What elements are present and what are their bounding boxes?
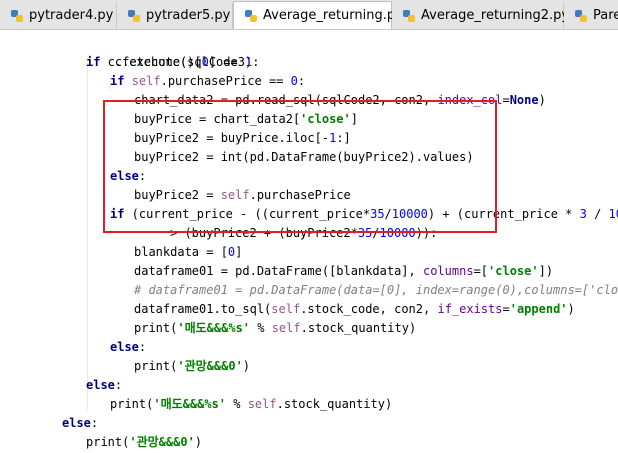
code-line: if self.purchasePrice == 0: [110, 74, 306, 88]
python-file-icon [127, 9, 141, 23]
code-line: print('관망&&&0') [86, 435, 203, 449]
tab-average-returning[interactable]: Average_returning.py × [233, 1, 422, 29]
tab-pytrader4[interactable]: pytrader4.py × [0, 3, 132, 28]
tab-label: pytrader4.py [29, 8, 114, 23]
code-line: else: [110, 340, 147, 354]
python-file-icon [574, 9, 588, 23]
code-comment-line: # dataframe01 = pd.DataFrame(data=[0], i… [134, 283, 618, 297]
code-line: dataframe01 = pd.DataFrame([blankdata], … [134, 264, 554, 278]
tab-label: Average_returning2.py [421, 8, 570, 23]
code-line: if c.fetchone()[0] == 1: [86, 55, 260, 69]
editor-tab-bar: pytrader4.py × pytrader5.py × Average_re… [0, 0, 618, 30]
code-line: dataframe01.to_sql(self.stock_code, con2… [134, 302, 575, 316]
highlight-box [103, 100, 497, 233]
python-file-icon [244, 9, 258, 23]
python-file-icon [10, 9, 24, 23]
tab-average-returning2[interactable]: Average_returning2.py × [392, 3, 588, 28]
code-line: else: [62, 416, 99, 430]
code-editor[interactable]: c.execute(sqlCode3) if c.fetchone()[0] =… [0, 30, 618, 453]
tab-label: Average_returning.py [263, 8, 403, 23]
code-line: blankdata = [0] [134, 245, 243, 259]
code-line: else: [86, 378, 123, 392]
code-line: print('매도&&&%s' % self.stock_quantity) [134, 321, 417, 335]
tab-label: Parent [593, 8, 618, 23]
indent-guide [87, 60, 88, 410]
tab-parent[interactable]: Parent [564, 3, 618, 28]
python-file-icon [402, 9, 416, 23]
code-line: print('관망&&&0') [134, 359, 251, 373]
tab-label: pytrader5.py [146, 8, 231, 23]
code-line: print('매도&&&%s' % self.stock_quantity) [110, 397, 393, 411]
tab-pytrader5[interactable]: pytrader5.py × [117, 3, 249, 28]
code-line: c.execute(sqlCode3) [114, 55, 253, 69]
